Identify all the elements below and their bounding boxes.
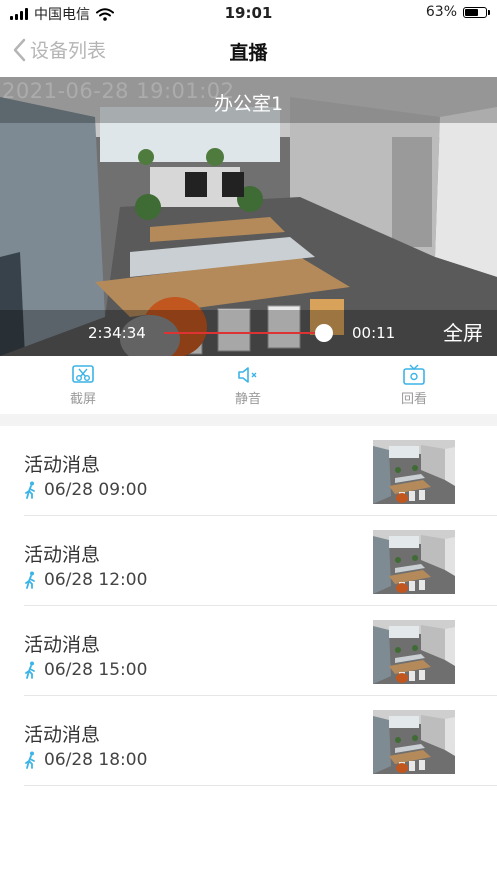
status-right: 63%	[425, 4, 490, 20]
event-list: 活动消息 06/28 09:00 活动消息 06/28 12:00 活动消息 0…	[0, 426, 497, 786]
event-title: 活动消息	[24, 634, 101, 656]
scissors-icon	[72, 365, 94, 383]
progress-handle[interactable]	[314, 324, 333, 342]
live-video[interactable]: 2021-06-28 19:01:02 办公室1 2:34:34 00:11 全…	[0, 77, 497, 356]
event-time-row: 06/28 12:00	[24, 570, 147, 590]
progress-bar[interactable]	[164, 332, 324, 334]
event-thumbnail[interactable]	[373, 530, 455, 594]
remaining-time: 00:11	[352, 324, 396, 342]
divider	[24, 785, 497, 786]
camera-name: 办公室1	[213, 93, 284, 115]
walking-person-icon	[25, 751, 35, 769]
playback-button[interactable]: 回看	[374, 364, 454, 407]
mute-button[interactable]: 静音	[208, 364, 288, 407]
screenshot-label: 截屏	[69, 392, 96, 407]
section-divider	[0, 414, 497, 426]
list-item[interactable]: 活动消息 06/28 12:00	[0, 516, 497, 606]
walking-person-icon	[25, 481, 35, 499]
event-time-row: 06/28 15:00	[24, 660, 147, 680]
playback-label: 回看	[400, 392, 427, 407]
status-bar: 中国电信 19:01 63%	[0, 0, 497, 26]
event-thumbnail[interactable]	[373, 620, 455, 684]
event-time: 06/28 09:00	[44, 480, 148, 500]
event-time: 06/28 15:00	[44, 660, 148, 680]
event-thumbnail[interactable]	[373, 440, 455, 504]
battery-percent: 63%	[425, 4, 457, 20]
walking-person-icon	[25, 661, 35, 679]
nav-bar: 设备列表 直播	[0, 28, 497, 74]
tv-icon	[403, 364, 425, 385]
fullscreen-button[interactable]: 全屏	[443, 317, 483, 346]
event-thumbnail[interactable]	[373, 710, 455, 774]
battery-icon	[463, 6, 490, 18]
walking-person-icon	[25, 571, 35, 589]
mute-label: 静音	[234, 392, 261, 407]
event-time-row: 06/28 09:00	[24, 480, 147, 500]
video-toolbar: 截屏 静音 回看	[0, 356, 497, 414]
event-title: 活动消息	[24, 544, 101, 566]
event-time: 06/28 12:00	[44, 570, 148, 590]
event-title: 活动消息	[24, 724, 101, 746]
list-item[interactable]: 活动消息 06/28 09:00	[0, 426, 497, 516]
elapsed-time: 2:34:34	[88, 324, 146, 342]
event-title: 活动消息	[24, 454, 101, 476]
list-item[interactable]: 活动消息 06/28 15:00	[0, 606, 497, 696]
clock: 19:01	[224, 4, 273, 22]
screenshot-button[interactable]: 截屏	[43, 364, 123, 407]
event-time-row: 06/28 18:00	[24, 750, 147, 770]
speaker-mute-icon	[238, 367, 257, 383]
page-title: 直播	[229, 42, 268, 64]
event-time: 06/28 18:00	[44, 750, 148, 770]
list-item[interactable]: 活动消息 06/28 18:00	[0, 696, 497, 786]
